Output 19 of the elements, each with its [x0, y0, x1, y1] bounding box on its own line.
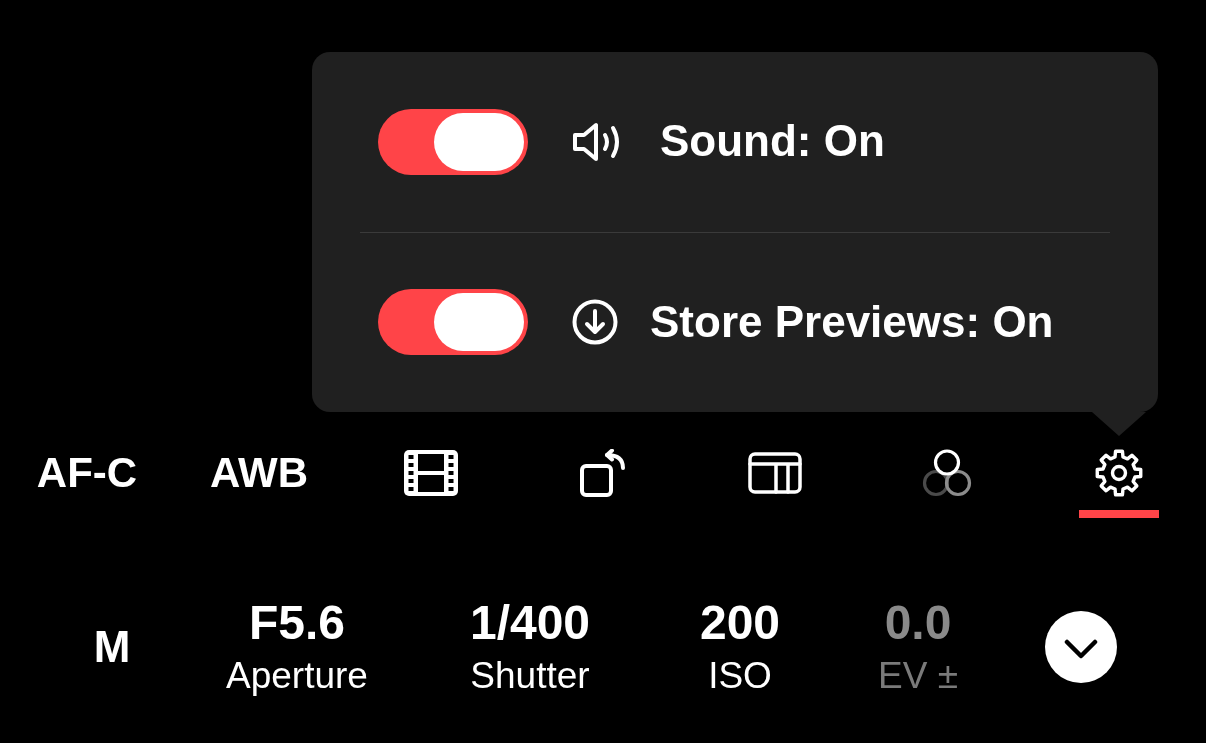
film-icon [404, 450, 458, 496]
exposure-button[interactable]: 200 ISO [699, 596, 781, 697]
toolbar-icon-button[interactable] [921, 448, 973, 498]
toolbar-icon-button[interactable] [1079, 448, 1159, 518]
layout-icon [748, 452, 802, 494]
download-icon [572, 299, 618, 346]
overlapping-circles-icon [921, 449, 973, 497]
setting-label: Sound: On [660, 116, 885, 168]
toolbar-button[interactable]: AF-C [36, 448, 138, 498]
settings-icon [1094, 448, 1144, 498]
exposure-button[interactable]: 1/400 Shutter [469, 596, 591, 697]
mode-button[interactable]: M [93, 621, 131, 672]
toolbar-button[interactable]: AWB [210, 448, 308, 498]
exposure-button[interactable]: F5.6 Aperture [226, 596, 368, 697]
chevron-down-icon [1064, 638, 1098, 659]
toolbar-icon-button[interactable] [404, 448, 458, 498]
rotate-icon [580, 449, 626, 497]
toolbar-icon-button[interactable] [580, 448, 626, 498]
setting-label: Store Previews: On [650, 296, 1054, 348]
